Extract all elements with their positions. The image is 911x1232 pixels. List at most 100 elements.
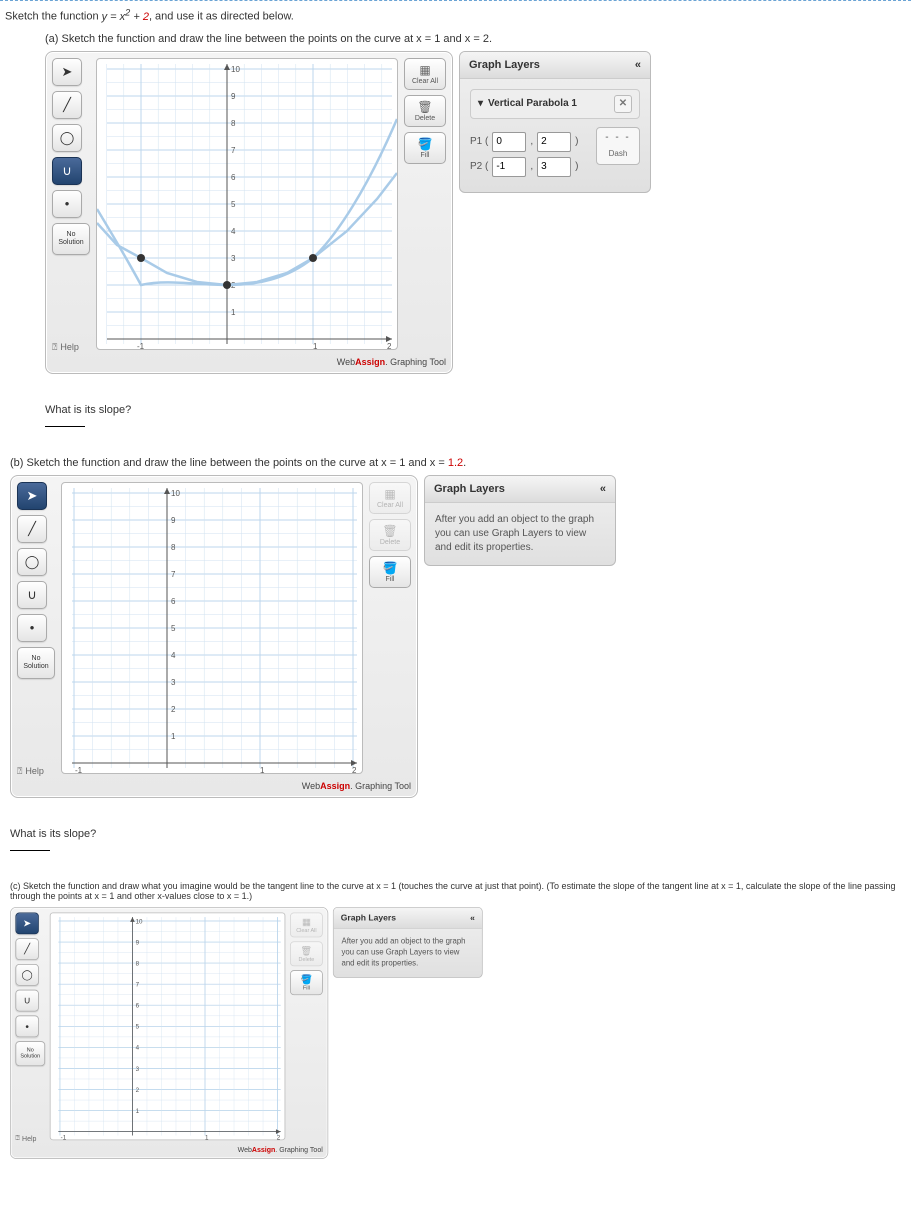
help-link[interactable]: ⍰ Help: [17, 766, 55, 777]
graph-canvas-c[interactable]: -1 1 2 1 2 3 4 5 6 7 8 9 10: [50, 912, 286, 1140]
help-icon: ⍰: [15, 1134, 19, 1143]
p1-label: P1 (: [470, 135, 488, 149]
svg-text:1: 1: [260, 766, 265, 774]
svg-text:3: 3: [231, 254, 236, 263]
svg-text:9: 9: [231, 92, 236, 101]
svg-text:2: 2: [136, 1087, 140, 1094]
fill-label: Fill: [421, 152, 430, 159]
no-solution-tool[interactable]: No Solution: [52, 223, 90, 255]
slope-answer-blank-a[interactable]: [45, 426, 85, 427]
fill-icon: 🪣: [383, 561, 398, 575]
svg-text:6: 6: [171, 597, 176, 606]
svg-text:7: 7: [231, 146, 236, 155]
layer-item-label: Vertical Parabola 1: [488, 97, 577, 111]
delete-button: 🗑 Delete: [369, 519, 411, 551]
circle-tool[interactable]: ◯: [17, 548, 47, 576]
layers-title: Graph Layers: [469, 59, 540, 71]
intro-prefix: Sketch the function: [5, 11, 102, 23]
line-tool[interactable]: ╱: [15, 938, 38, 960]
no-solution-tool[interactable]: No Solution: [17, 647, 55, 679]
circle-tool[interactable]: ◯: [15, 964, 38, 986]
pointer-icon: ➤: [23, 917, 32, 929]
delete-button[interactable]: 🗑 Delete: [404, 95, 446, 127]
graphing-tool-b: ➤ ╱ ◯ ∪ • No Solution ⍰ Help: [10, 475, 418, 798]
tool-footer: WebAssign. Graphing Tool: [52, 357, 446, 367]
slope-answer-blank-b[interactable]: [10, 850, 50, 851]
svg-text:1: 1: [313, 342, 318, 350]
p2-row: P2 ( , ): [470, 157, 588, 177]
parabola-tool[interactable]: ∪: [17, 581, 47, 609]
line-tool[interactable]: ╱: [17, 515, 47, 543]
dash-label: Dash: [609, 147, 628, 161]
collapse-icon[interactable]: «: [600, 483, 606, 495]
circle-tool[interactable]: ◯: [52, 124, 82, 152]
pointer-icon: ➤: [27, 488, 38, 504]
graph-canvas-b[interactable]: -1 1 2 1 2 3 4 5 6 7 8 9 10: [61, 482, 363, 774]
right-toolbar-b: ▦ Clear All 🗑 Delete 🪣 Fill: [369, 482, 411, 777]
layers-title: Graph Layers: [341, 913, 396, 922]
collapse-icon[interactable]: «: [635, 59, 641, 71]
fill-button[interactable]: 🪣 Fill: [404, 132, 446, 164]
fill-button[interactable]: 🪣 Fill: [290, 970, 323, 995]
fill-icon: 🪣: [301, 974, 313, 985]
clear-all-button[interactable]: ▦ Clear All: [404, 58, 446, 90]
svg-text:4: 4: [231, 227, 236, 236]
point-tool[interactable]: •: [52, 190, 82, 218]
layers-title: Graph Layers: [434, 483, 505, 495]
parabola-icon: ∪: [27, 587, 37, 603]
tool-footer-c: WebAssign. Graphing Tool: [15, 1145, 322, 1153]
trash-icon: 🗑: [417, 100, 432, 114]
parabola-icon: ∪: [23, 994, 30, 1006]
svg-text:6: 6: [136, 1002, 140, 1009]
parabola-icon: ∪: [62, 163, 72, 179]
collapse-icon[interactable]: «: [470, 913, 475, 922]
help-icon: ⍰: [17, 766, 22, 777]
pointer-tool[interactable]: ➤: [15, 912, 38, 934]
svg-text:4: 4: [136, 1044, 140, 1051]
help-icon: ⍰: [52, 342, 57, 353]
fill-button[interactable]: 🪣 Fill: [369, 556, 411, 588]
point-icon: •: [65, 196, 70, 211]
clear-icon: ▦: [302, 916, 311, 927]
line-tool[interactable]: ╱: [52, 91, 82, 119]
help-link[interactable]: ⍰ Help: [52, 342, 90, 353]
tool-palette: ➤ ╱ ◯ ∪ • No Solution ⍰ Help: [52, 58, 90, 353]
p2-y-input[interactable]: [537, 157, 571, 177]
p2-x-input[interactable]: [492, 157, 526, 177]
graphing-tool-a: ➤ ╱ ◯ ∪ • No Solution ⍰ Help: [45, 51, 453, 374]
delete-label: Delete: [415, 115, 435, 122]
slope-question-a: What is its slope?: [45, 404, 906, 416]
graph-canvas-a[interactable]: -1 1 2 1 2 3 4 5 6 7 8 9 10: [96, 58, 398, 350]
part-b-label: (b) Sketch the function and draw the lin…: [10, 457, 906, 469]
svg-text:3: 3: [136, 1065, 140, 1072]
svg-text:-1: -1: [75, 766, 83, 774]
right-toolbar: ▦ Clear All 🗑 Delete 🪣 Fill: [404, 58, 446, 353]
point-icon: •: [30, 620, 35, 635]
layers-empty-msg: After you add an object to the graph you…: [425, 503, 615, 565]
parabola-tool[interactable]: ∪: [15, 989, 38, 1011]
tool-palette-b: ➤ ╱ ◯ ∪ • No Solution ⍰ Help: [17, 482, 55, 777]
part-a-label: (a) Sketch the function and draw the lin…: [45, 33, 906, 45]
pointer-icon: ➤: [62, 64, 73, 80]
pointer-tool[interactable]: ➤: [52, 58, 82, 86]
svg-text:9: 9: [171, 516, 176, 525]
eq-plus: +: [130, 11, 143, 23]
p1-y-input[interactable]: [537, 132, 571, 152]
help-link[interactable]: ⍰ Help: [15, 1134, 45, 1143]
clear-all-button: ▦ Clear All: [369, 482, 411, 514]
no-solution-tool[interactable]: No Solution: [15, 1041, 45, 1066]
caret-down-icon: ▾: [478, 97, 483, 111]
point-tool[interactable]: •: [15, 1015, 38, 1037]
p1-x-input[interactable]: [492, 132, 526, 152]
line-style-selector[interactable]: - - - Dash: [596, 127, 640, 165]
layer-remove-button[interactable]: ✕: [614, 95, 632, 113]
parabola-tool[interactable]: ∪: [52, 157, 82, 185]
point-tool[interactable]: •: [17, 614, 47, 642]
layer-item-parabola[interactable]: ▾ Vertical Parabola 1 ✕: [470, 89, 640, 119]
pointer-tool[interactable]: ➤: [17, 482, 47, 510]
svg-text:7: 7: [171, 570, 176, 579]
point-icon: •: [25, 1020, 29, 1032]
svg-text:1: 1: [136, 1108, 140, 1115]
svg-text:4: 4: [171, 651, 176, 660]
dash-icon: - - -: [605, 131, 631, 145]
